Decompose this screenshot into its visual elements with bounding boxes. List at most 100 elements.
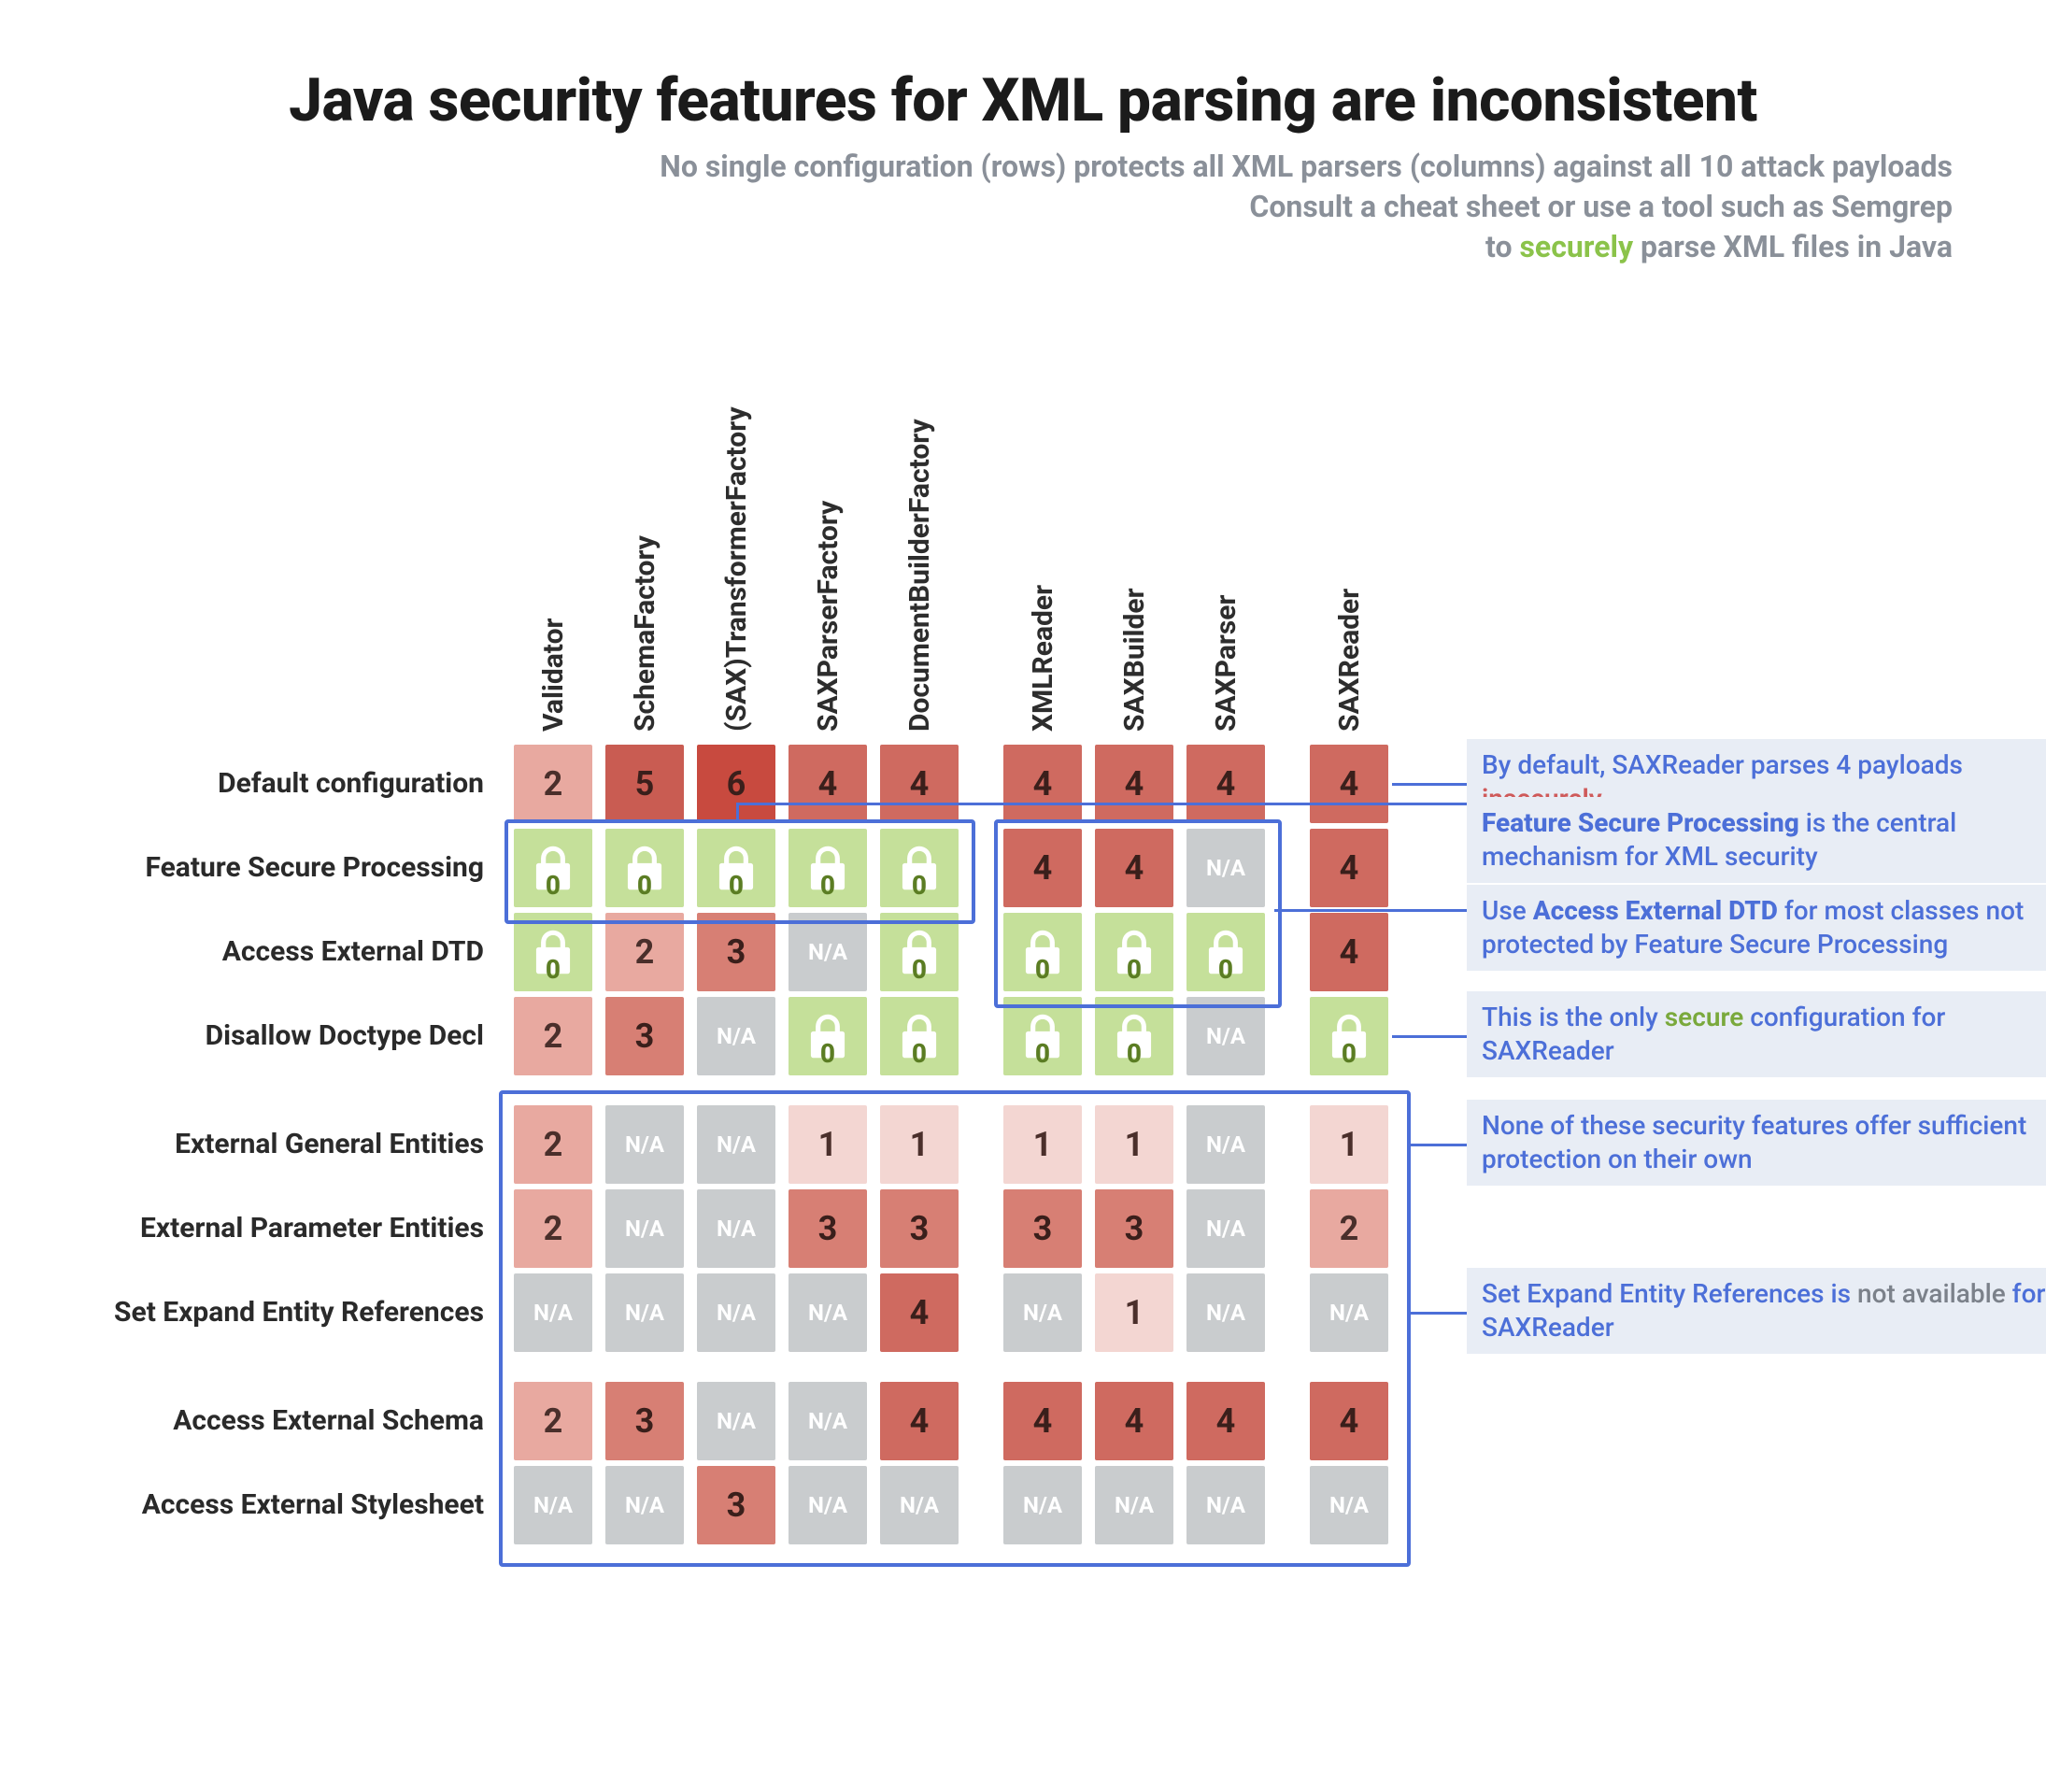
cell: N/A [1186, 1273, 1265, 1352]
cell: N/A [789, 1466, 867, 1544]
row-label: Access External Schema [56, 1404, 504, 1437]
annotation-fsp: Feature Secure Processing is the central… [1467, 797, 2046, 884]
cell: 4 [880, 1273, 959, 1352]
cell: N/A [514, 1466, 592, 1544]
cell: N/A [1186, 997, 1265, 1075]
cell: 1 [1095, 1273, 1173, 1352]
row-label: External General Entities [56, 1128, 504, 1160]
cell: 4 [880, 745, 959, 823]
cell: 3 [880, 1189, 959, 1268]
row-label: Feature Secure Processing [56, 851, 504, 884]
col-saxparserfactory: SAXParserFactory [812, 334, 845, 732]
leader-line [1392, 783, 1467, 786]
annotation-dtd-bold: Access External DTD [1533, 895, 1778, 926]
cell: N/A [1186, 1466, 1265, 1544]
cell: 2 [514, 1382, 592, 1460]
cell: 0 [1095, 997, 1173, 1075]
cell: N/A [605, 1105, 684, 1184]
cell: 4 [1003, 829, 1082, 907]
cell: N/A [880, 1466, 959, 1544]
row-label: Default configuration [56, 767, 504, 800]
cell: 0 [880, 829, 959, 907]
row-external-parameter-entities: External Parameter Entities2N/AN/A3333N/… [56, 1189, 1990, 1268]
cell: N/A [514, 1273, 592, 1352]
annotation-secure: secure [1665, 1002, 1744, 1032]
col-saxparser: SAXParser [1210, 334, 1243, 732]
leader-line [1407, 1312, 1467, 1315]
cell: 0 [789, 829, 867, 907]
cell: 2 [514, 1105, 592, 1184]
cell: 2 [605, 913, 684, 991]
col-documentbuilderfactory: DocumentBuilderFactory [903, 334, 936, 732]
annotation-dtd-pre: Use [1482, 895, 1533, 926]
annotation-saxreader-secure: This is the only secure configuration fo… [1467, 991, 2046, 1078]
annotation-fsp-bold: Feature Secure Processing [1482, 807, 1799, 838]
cell: N/A [1186, 1189, 1265, 1268]
leader-line [736, 803, 739, 819]
cell: 3 [697, 913, 775, 991]
cell: 0 [1003, 913, 1082, 991]
cell: 5 [605, 745, 684, 823]
col-validator: Validator [537, 334, 570, 732]
cell: 2 [1310, 1189, 1388, 1268]
col-saxreader: SAXReader [1333, 334, 1366, 732]
cell: 1 [1310, 1105, 1388, 1184]
cell: N/A [697, 997, 775, 1075]
row-access-external-stylesheet: Access External StylesheetN/AN/A3N/AN/AN… [56, 1466, 1990, 1544]
cell: 3 [697, 1466, 775, 1544]
column-headers: Validator SchemaFactory (SAX)Transformer… [56, 334, 1990, 732]
cell: 4 [1095, 1382, 1173, 1460]
row-label: Set Expand Entity References [56, 1296, 504, 1329]
cell: N/A [789, 1382, 867, 1460]
cell: 2 [514, 745, 592, 823]
col-xmlreader: XMLReader [1027, 334, 1059, 732]
row-label: External Parameter Entities [56, 1212, 504, 1244]
cell: 3 [605, 1382, 684, 1460]
cell: N/A [1186, 829, 1265, 907]
matrix: Validator SchemaFactory (SAX)Transformer… [56, 334, 1990, 1544]
cell: 4 [789, 745, 867, 823]
leader-line [736, 803, 1467, 805]
cell: 4 [1003, 1382, 1082, 1460]
cell: N/A [605, 1466, 684, 1544]
cell: N/A [605, 1273, 684, 1352]
cell: 1 [1003, 1105, 1082, 1184]
cell: 1 [789, 1105, 867, 1184]
cell: 0 [514, 829, 592, 907]
annotation-insufficient: None of these security features offer su… [1467, 1100, 2046, 1187]
cell: 3 [1095, 1189, 1173, 1268]
row-access-external-schema: Access External Schema23N/AN/A44444 [56, 1382, 1990, 1460]
annotation-expand-entity: Set Expand Entity References is not avai… [1467, 1268, 2046, 1355]
cell: N/A [1310, 1466, 1388, 1544]
cell: 0 [1095, 913, 1173, 991]
cell: N/A [1186, 1105, 1265, 1184]
cell: 4 [1310, 745, 1388, 823]
cell: 4 [1310, 913, 1388, 991]
cell: 0 [697, 829, 775, 907]
cell: 3 [605, 997, 684, 1075]
cell: 1 [880, 1105, 959, 1184]
cell: 4 [1095, 745, 1173, 823]
cell: 0 [1310, 997, 1388, 1075]
cell: 4 [1310, 829, 1388, 907]
cell: 3 [789, 1189, 867, 1268]
cell: N/A [697, 1273, 775, 1352]
cell: 0 [880, 997, 959, 1075]
cell: 4 [1310, 1382, 1388, 1460]
annotation-default-saxreader-text: By default, SAXReader parses 4 payloads [1482, 749, 1963, 780]
cell: 0 [789, 997, 867, 1075]
cell: N/A [697, 1189, 775, 1268]
cell: 0 [880, 913, 959, 991]
cell: 0 [605, 829, 684, 907]
cell: 4 [1186, 1382, 1265, 1460]
cell: 3 [1003, 1189, 1082, 1268]
cell: N/A [697, 1382, 775, 1460]
subtitle-line3-pre: to [1485, 229, 1519, 264]
cell: 2 [514, 997, 592, 1075]
cell: N/A [789, 913, 867, 991]
col-saxbuilder: SAXBuilder [1118, 334, 1151, 732]
row-label: Access External DTD [56, 935, 504, 968]
annotation-saxreader-secure-pre: This is the only [1482, 1002, 1665, 1032]
annotation-dtd: Use Access External DTD for most classes… [1467, 885, 2046, 972]
annotation-expand-entity-pre: Set Expand Entity References is [1482, 1278, 1857, 1309]
